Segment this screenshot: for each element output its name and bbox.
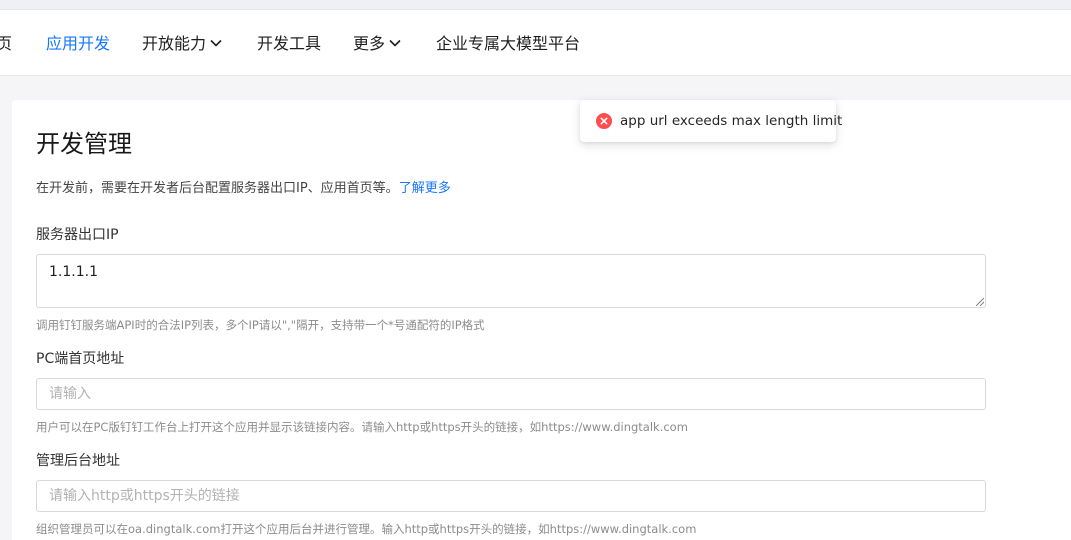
pc-home-input[interactable] <box>36 378 986 410</box>
nav-item-more[interactable]: 更多 <box>353 34 401 54</box>
nav-item-label: 更多 <box>353 34 386 53</box>
nav-item-home[interactable]: 页 <box>0 34 12 54</box>
toast-message: app url exceeds max length limit <box>620 113 843 129</box>
pc-home-label: PC端首页地址 <box>36 351 125 367</box>
resize-handle[interactable] <box>976 298 984 306</box>
dev-management-card: 开发管理 在开发前，需要在开发者后台配置服务器出口IP、应用首页等。了解更多 服… <box>12 100 1071 540</box>
nav-item-enterprise-llm-platform[interactable]: 企业专属大模型平台 <box>436 34 580 54</box>
chevron-down-icon <box>210 39 222 47</box>
nav-item-app-development[interactable]: 应用开发 <box>46 34 110 54</box>
server-ip-hint: 调用钉钉服务端API时的合法IP列表，多个IP请以","隔开，支持带一个*号通配… <box>36 318 485 332</box>
chevron-down-icon <box>389 39 401 47</box>
top-strip <box>0 0 1071 10</box>
error-circle-icon <box>596 113 612 129</box>
nav-item-dev-tools[interactable]: 开发工具 <box>257 34 321 54</box>
description-text: 在开发前，需要在开发者后台配置服务器出口IP、应用首页等。 <box>36 181 399 196</box>
pc-home-hint: 用户可以在PC版钉钉工作台上打开这个应用并显示该链接内容。请输入http或htt… <box>36 420 688 434</box>
top-navigation: 页 应用开发 开放能力 开发工具 更多 企业专属大模型平台 <box>0 10 1071 76</box>
server-ip-label: 服务器出口IP <box>36 227 119 243</box>
admin-url-label: 管理后台地址 <box>36 453 120 469</box>
admin-url-hint: 组织管理员可以在oa.dingtalk.com打开这个应用后台并进行管理。输入h… <box>36 522 697 536</box>
page-title: 开发管理 <box>36 130 132 158</box>
nav-item-label: 开放能力 <box>142 34 207 53</box>
page-description: 在开发前，需要在开发者后台配置服务器出口IP、应用首页等。了解更多 <box>36 180 451 198</box>
server-ip-textarea[interactable] <box>36 254 986 308</box>
server-ip-textarea-wrap <box>36 254 986 308</box>
error-toast: app url exceeds max length limit <box>580 100 842 142</box>
admin-url-input[interactable] <box>36 480 986 512</box>
learn-more-link[interactable]: 了解更多 <box>399 181 451 196</box>
nav-item-open-capabilities[interactable]: 开放能力 <box>142 34 222 54</box>
